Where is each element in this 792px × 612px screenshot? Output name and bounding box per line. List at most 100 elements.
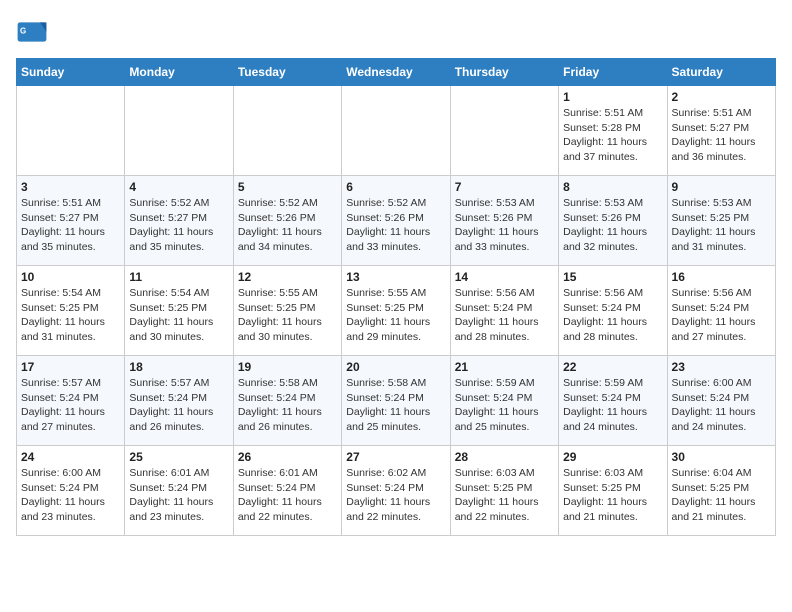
calendar-cell: 20 Sunrise: 5:58 AM Sunset: 5:24 PM Dayl…	[342, 356, 450, 446]
day-info: Sunrise: 5:54 AM Sunset: 5:25 PM Dayligh…	[21, 286, 120, 345]
day-info: Sunrise: 5:53 AM Sunset: 5:26 PM Dayligh…	[455, 196, 554, 255]
day-info: Sunrise: 6:01 AM Sunset: 5:24 PM Dayligh…	[238, 466, 337, 525]
calendar-cell	[17, 86, 125, 176]
day-info: Sunrise: 5:59 AM Sunset: 5:24 PM Dayligh…	[563, 376, 662, 435]
day-info: Sunrise: 5:51 AM Sunset: 5:27 PM Dayligh…	[672, 106, 771, 165]
day-number: 8	[563, 180, 662, 194]
day-number: 29	[563, 450, 662, 464]
day-info: Sunrise: 5:56 AM Sunset: 5:24 PM Dayligh…	[672, 286, 771, 345]
calendar-cell: 14 Sunrise: 5:56 AM Sunset: 5:24 PM Dayl…	[450, 266, 558, 356]
calendar-cell: 10 Sunrise: 5:54 AM Sunset: 5:25 PM Dayl…	[17, 266, 125, 356]
day-number: 26	[238, 450, 337, 464]
day-number: 27	[346, 450, 445, 464]
svg-text:G: G	[20, 27, 26, 36]
day-number: 19	[238, 360, 337, 374]
day-info: Sunrise: 5:57 AM Sunset: 5:24 PM Dayligh…	[129, 376, 228, 435]
calendar-cell: 5 Sunrise: 5:52 AM Sunset: 5:26 PM Dayli…	[233, 176, 341, 266]
day-info: Sunrise: 5:52 AM Sunset: 5:27 PM Dayligh…	[129, 196, 228, 255]
calendar-cell: 26 Sunrise: 6:01 AM Sunset: 5:24 PM Dayl…	[233, 446, 341, 536]
day-number: 23	[672, 360, 771, 374]
weekday-header-tuesday: Tuesday	[233, 59, 341, 86]
calendar-cell: 17 Sunrise: 5:57 AM Sunset: 5:24 PM Dayl…	[17, 356, 125, 446]
calendar-table: SundayMondayTuesdayWednesdayThursdayFrid…	[16, 58, 776, 536]
day-info: Sunrise: 5:52 AM Sunset: 5:26 PM Dayligh…	[346, 196, 445, 255]
day-info: Sunrise: 5:53 AM Sunset: 5:26 PM Dayligh…	[563, 196, 662, 255]
day-number: 11	[129, 270, 228, 284]
day-number: 17	[21, 360, 120, 374]
calendar-cell: 9 Sunrise: 5:53 AM Sunset: 5:25 PM Dayli…	[667, 176, 775, 266]
calendar-cell: 23 Sunrise: 6:00 AM Sunset: 5:24 PM Dayl…	[667, 356, 775, 446]
day-info: Sunrise: 5:59 AM Sunset: 5:24 PM Dayligh…	[455, 376, 554, 435]
day-info: Sunrise: 6:02 AM Sunset: 5:24 PM Dayligh…	[346, 466, 445, 525]
day-number: 21	[455, 360, 554, 374]
calendar-cell: 18 Sunrise: 5:57 AM Sunset: 5:24 PM Dayl…	[125, 356, 233, 446]
day-number: 7	[455, 180, 554, 194]
calendar-week-2: 3 Sunrise: 5:51 AM Sunset: 5:27 PM Dayli…	[17, 176, 776, 266]
calendar-cell: 12 Sunrise: 5:55 AM Sunset: 5:25 PM Dayl…	[233, 266, 341, 356]
page-header: G	[16, 16, 776, 48]
calendar-cell: 7 Sunrise: 5:53 AM Sunset: 5:26 PM Dayli…	[450, 176, 558, 266]
calendar-cell	[233, 86, 341, 176]
calendar-cell: 3 Sunrise: 5:51 AM Sunset: 5:27 PM Dayli…	[17, 176, 125, 266]
day-info: Sunrise: 5:52 AM Sunset: 5:26 PM Dayligh…	[238, 196, 337, 255]
day-info: Sunrise: 6:04 AM Sunset: 5:25 PM Dayligh…	[672, 466, 771, 525]
weekday-header-sunday: Sunday	[17, 59, 125, 86]
day-number: 25	[129, 450, 228, 464]
calendar-cell: 4 Sunrise: 5:52 AM Sunset: 5:27 PM Dayli…	[125, 176, 233, 266]
day-number: 14	[455, 270, 554, 284]
calendar-cell: 29 Sunrise: 6:03 AM Sunset: 5:25 PM Dayl…	[559, 446, 667, 536]
calendar-cell: 27 Sunrise: 6:02 AM Sunset: 5:24 PM Dayl…	[342, 446, 450, 536]
day-info: Sunrise: 6:03 AM Sunset: 5:25 PM Dayligh…	[455, 466, 554, 525]
day-number: 30	[672, 450, 771, 464]
day-number: 22	[563, 360, 662, 374]
day-number: 24	[21, 450, 120, 464]
day-number: 3	[21, 180, 120, 194]
calendar-cell: 13 Sunrise: 5:55 AM Sunset: 5:25 PM Dayl…	[342, 266, 450, 356]
day-info: Sunrise: 5:56 AM Sunset: 5:24 PM Dayligh…	[563, 286, 662, 345]
day-info: Sunrise: 5:58 AM Sunset: 5:24 PM Dayligh…	[238, 376, 337, 435]
day-number: 20	[346, 360, 445, 374]
weekday-header-wednesday: Wednesday	[342, 59, 450, 86]
day-number: 18	[129, 360, 228, 374]
day-number: 13	[346, 270, 445, 284]
day-info: Sunrise: 5:56 AM Sunset: 5:24 PM Dayligh…	[455, 286, 554, 345]
calendar-week-4: 17 Sunrise: 5:57 AM Sunset: 5:24 PM Dayl…	[17, 356, 776, 446]
day-info: Sunrise: 5:51 AM Sunset: 5:27 PM Dayligh…	[21, 196, 120, 255]
calendar-cell: 21 Sunrise: 5:59 AM Sunset: 5:24 PM Dayl…	[450, 356, 558, 446]
calendar-cell: 1 Sunrise: 5:51 AM Sunset: 5:28 PM Dayli…	[559, 86, 667, 176]
logo-icon: G	[16, 16, 48, 48]
day-number: 10	[21, 270, 120, 284]
day-number: 12	[238, 270, 337, 284]
calendar-header-row: SundayMondayTuesdayWednesdayThursdayFrid…	[17, 59, 776, 86]
day-info: Sunrise: 6:01 AM Sunset: 5:24 PM Dayligh…	[129, 466, 228, 525]
calendar-cell: 2 Sunrise: 5:51 AM Sunset: 5:27 PM Dayli…	[667, 86, 775, 176]
day-info: Sunrise: 5:53 AM Sunset: 5:25 PM Dayligh…	[672, 196, 771, 255]
calendar-cell: 30 Sunrise: 6:04 AM Sunset: 5:25 PM Dayl…	[667, 446, 775, 536]
calendar-cell: 28 Sunrise: 6:03 AM Sunset: 5:25 PM Dayl…	[450, 446, 558, 536]
logo: G	[16, 16, 52, 48]
calendar-week-5: 24 Sunrise: 6:00 AM Sunset: 5:24 PM Dayl…	[17, 446, 776, 536]
weekday-header-friday: Friday	[559, 59, 667, 86]
day-number: 15	[563, 270, 662, 284]
day-number: 28	[455, 450, 554, 464]
day-info: Sunrise: 5:51 AM Sunset: 5:28 PM Dayligh…	[563, 106, 662, 165]
calendar-cell: 11 Sunrise: 5:54 AM Sunset: 5:25 PM Dayl…	[125, 266, 233, 356]
day-info: Sunrise: 5:57 AM Sunset: 5:24 PM Dayligh…	[21, 376, 120, 435]
day-info: Sunrise: 5:55 AM Sunset: 5:25 PM Dayligh…	[346, 286, 445, 345]
calendar-week-3: 10 Sunrise: 5:54 AM Sunset: 5:25 PM Dayl…	[17, 266, 776, 356]
day-info: Sunrise: 6:03 AM Sunset: 5:25 PM Dayligh…	[563, 466, 662, 525]
day-info: Sunrise: 5:58 AM Sunset: 5:24 PM Dayligh…	[346, 376, 445, 435]
weekday-header-saturday: Saturday	[667, 59, 775, 86]
day-number: 2	[672, 90, 771, 104]
calendar-cell: 25 Sunrise: 6:01 AM Sunset: 5:24 PM Dayl…	[125, 446, 233, 536]
day-info: Sunrise: 5:55 AM Sunset: 5:25 PM Dayligh…	[238, 286, 337, 345]
calendar-cell	[342, 86, 450, 176]
calendar-cell	[125, 86, 233, 176]
calendar-cell	[450, 86, 558, 176]
calendar-week-1: 1 Sunrise: 5:51 AM Sunset: 5:28 PM Dayli…	[17, 86, 776, 176]
calendar-cell: 8 Sunrise: 5:53 AM Sunset: 5:26 PM Dayli…	[559, 176, 667, 266]
day-number: 9	[672, 180, 771, 194]
calendar-cell: 24 Sunrise: 6:00 AM Sunset: 5:24 PM Dayl…	[17, 446, 125, 536]
day-number: 6	[346, 180, 445, 194]
day-number: 4	[129, 180, 228, 194]
